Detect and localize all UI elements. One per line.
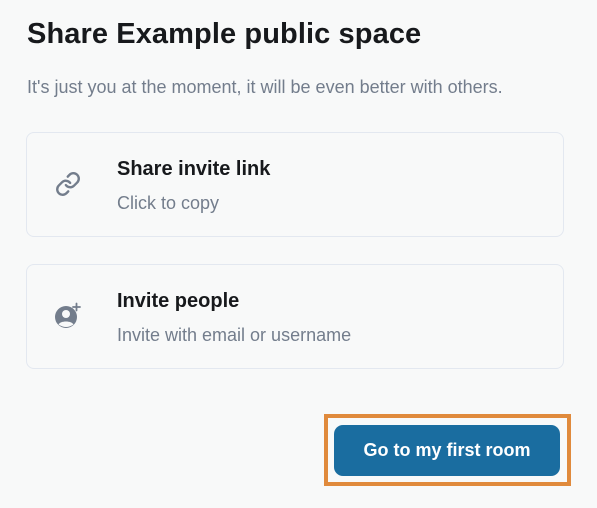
dialog-subtitle: It's just you at the moment, it will be … <box>27 77 503 97</box>
option-description: Invite with email or username <box>117 325 352 345</box>
invite-people-option[interactable]: Invite people Invite with email or usern… <box>26 264 564 369</box>
option-title: Share invite link <box>117 158 271 180</box>
share-invite-link-option[interactable]: Share invite link Click to copy <box>26 132 564 237</box>
go-to-first-room-button[interactable]: Go to my first room <box>334 425 560 476</box>
option-title: Invite people <box>117 290 240 312</box>
dialog-title: Share Example public space <box>27 18 422 50</box>
option-description: Click to copy <box>117 193 220 213</box>
invite-user-icon <box>53 301 83 331</box>
link-icon <box>53 169 83 199</box>
